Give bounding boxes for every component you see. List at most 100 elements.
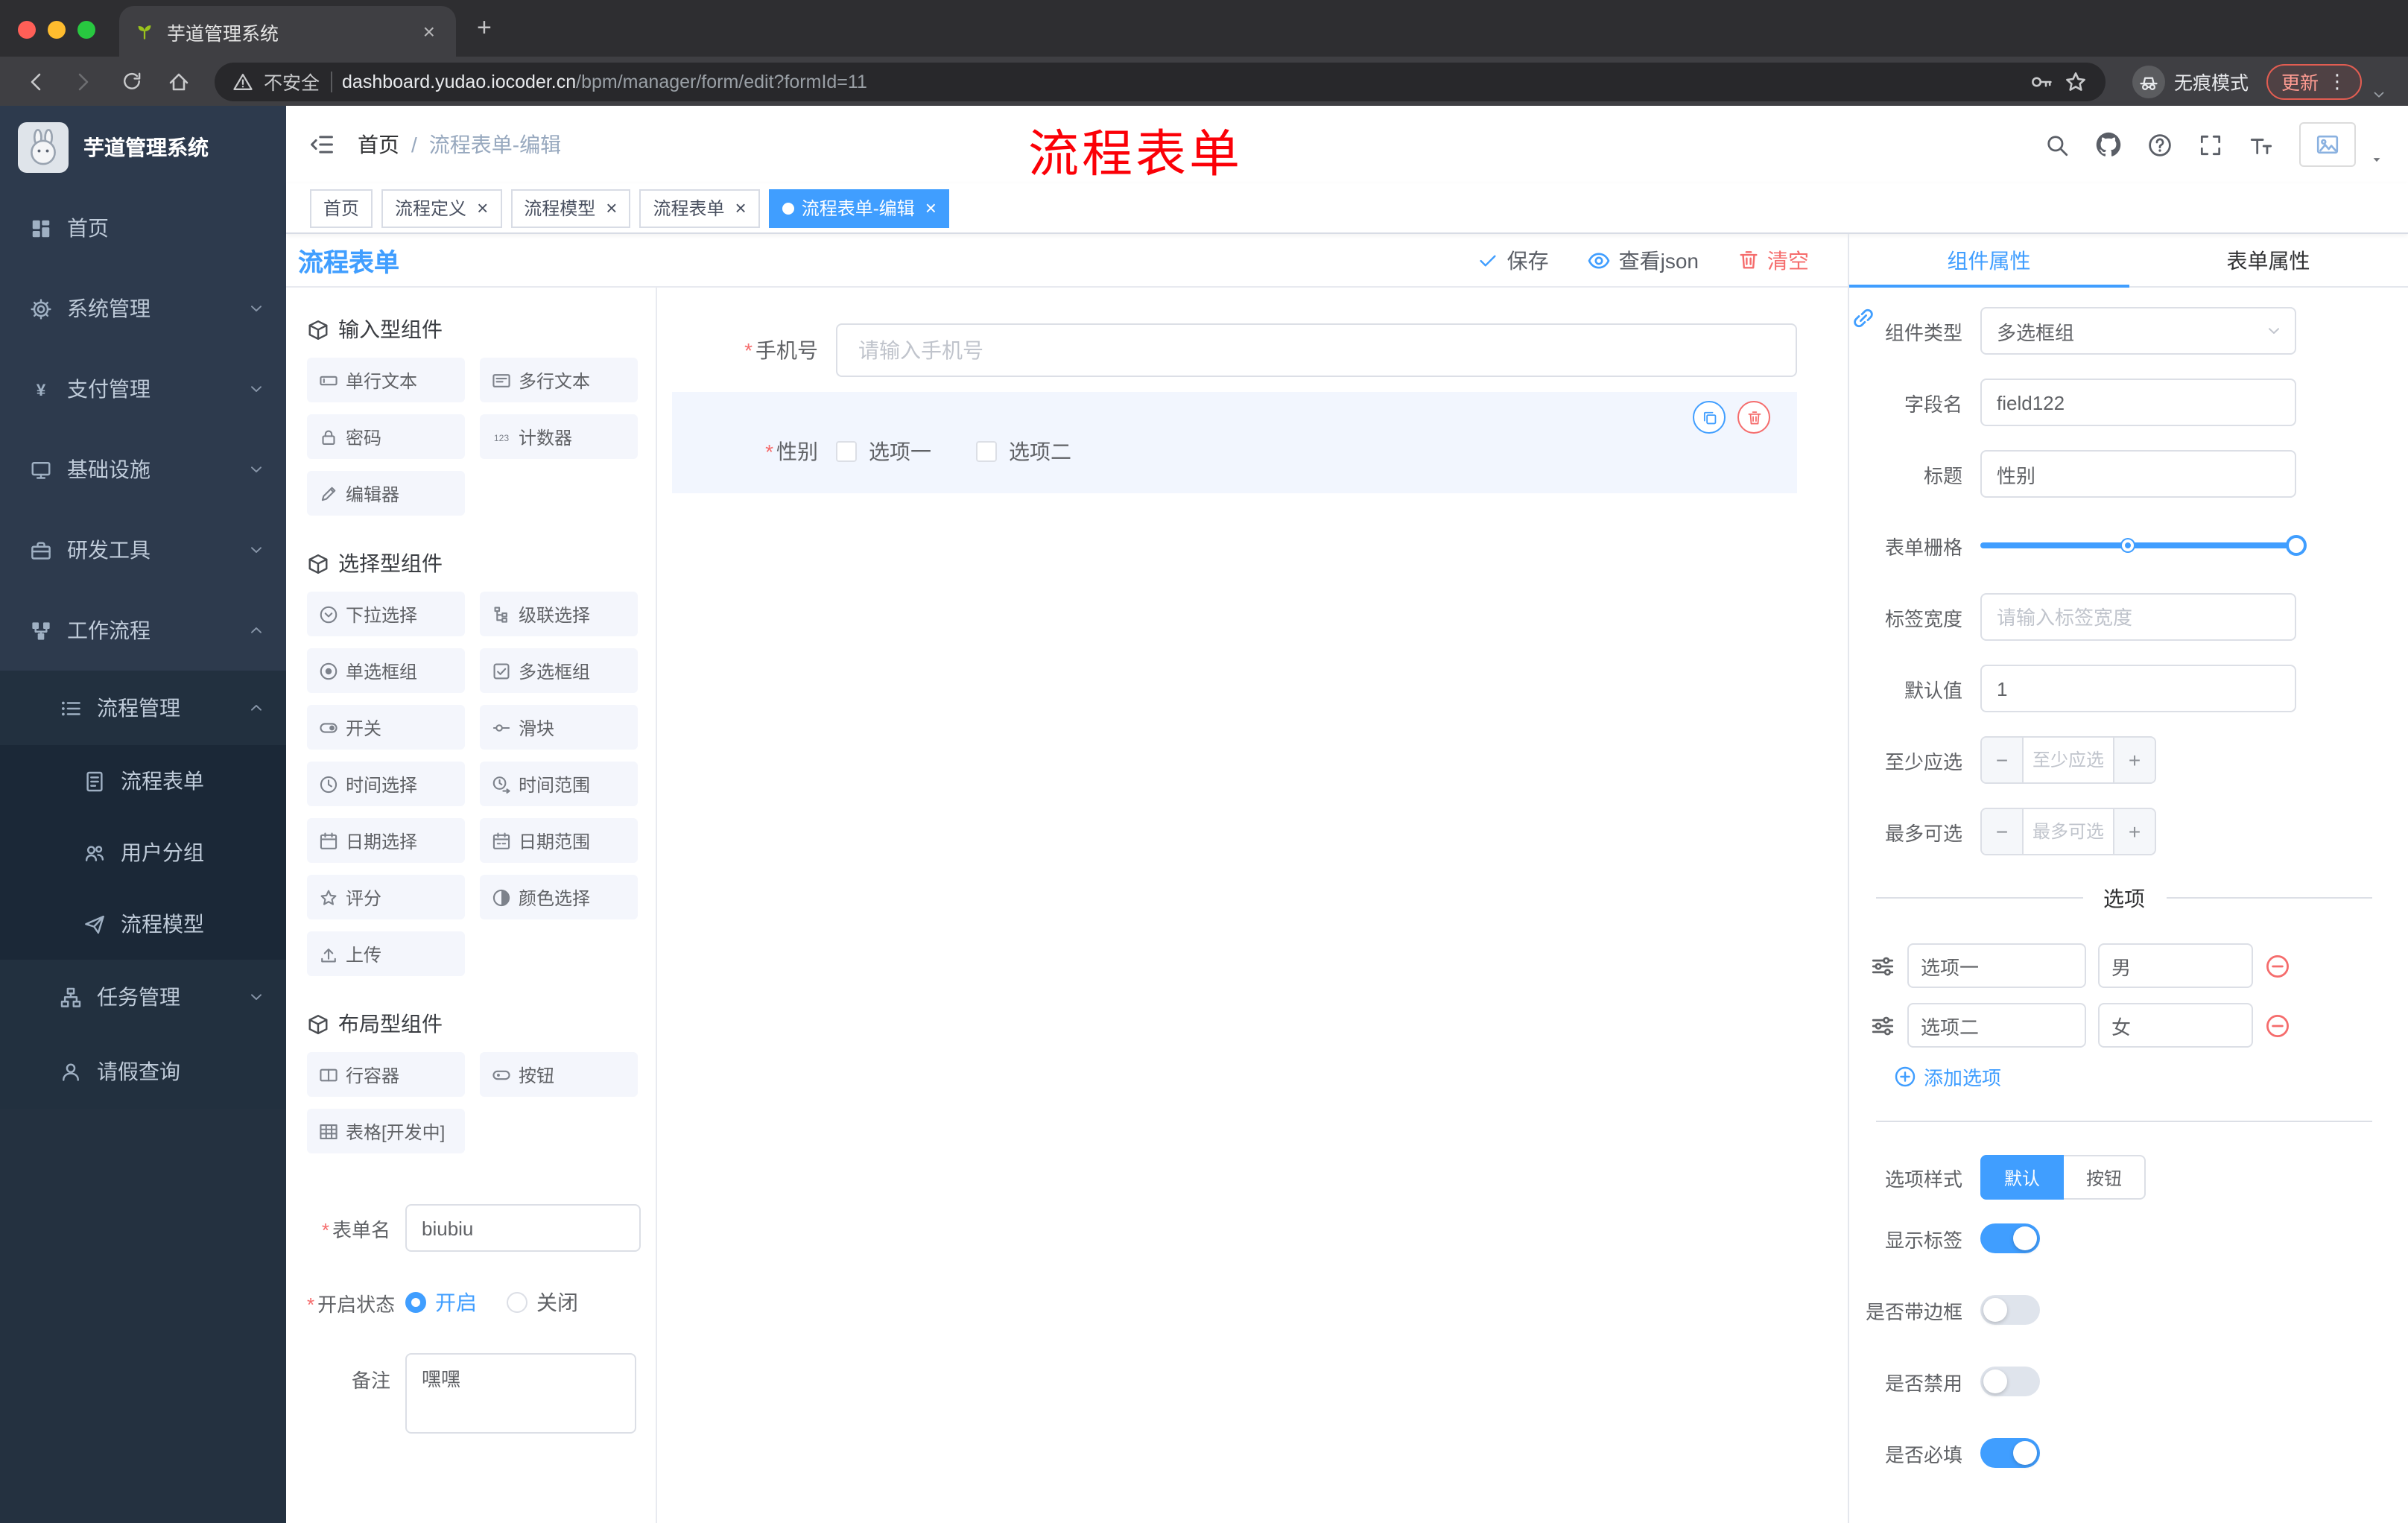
- show-label-switch[interactable]: [1980, 1223, 2040, 1253]
- style-button-button[interactable]: 按钮: [2064, 1155, 2146, 1200]
- window-close-button[interactable]: [18, 21, 36, 39]
- sidebar-item-leave-query[interactable]: 请假查询: [0, 1034, 286, 1109]
- sidebar-logo[interactable]: 芋道管理系统: [0, 106, 286, 188]
- field-name-input[interactable]: [1980, 379, 2296, 426]
- remove-option-icon[interactable]: [2265, 953, 2290, 978]
- palette-item-switch[interactable]: 开关: [307, 705, 465, 750]
- new-tab-button[interactable]: +: [456, 13, 513, 57]
- sidebar-item-workflow[interactable]: 工作流程: [0, 590, 286, 671]
- tag-process-form[interactable]: 流程表单 ×: [639, 189, 760, 227]
- tag-process-model[interactable]: 流程模型 ×: [510, 189, 631, 227]
- palette-item-multiline-text[interactable]: 多行文本: [480, 358, 638, 402]
- palette-item-date-range[interactable]: 日期范围: [480, 818, 638, 863]
- drag-handle-icon[interactable]: [1870, 1013, 1895, 1038]
- component-type-select[interactable]: 多选框组: [1980, 307, 2296, 355]
- copy-field-button[interactable]: [1693, 401, 1726, 434]
- form-grid-slider[interactable]: [1980, 535, 2307, 556]
- option-label-input[interactable]: [1907, 943, 2086, 988]
- bookmark-star-icon[interactable]: [2064, 69, 2088, 93]
- max-select-input[interactable]: [2024, 809, 2113, 854]
- checkbox-option-1[interactable]: 选项一: [836, 437, 931, 466]
- palette-item-single-text[interactable]: 单行文本: [307, 358, 465, 402]
- window-zoom-button[interactable]: [77, 21, 95, 39]
- tag-close-icon[interactable]: ×: [477, 198, 488, 218]
- required-switch[interactable]: [1980, 1438, 2040, 1468]
- sidebar-item-payment[interactable]: 支付管理: [0, 349, 286, 429]
- search-icon[interactable]: [2044, 132, 2070, 157]
- slider-handle[interactable]: [2286, 535, 2307, 556]
- sidebar-item-infrastructure[interactable]: 基础设施: [0, 429, 286, 510]
- palette-item-table[interactable]: 表格[开发中]: [307, 1109, 465, 1153]
- tab-form-props[interactable]: 表单属性: [2129, 234, 2408, 286]
- sidebar-item-user-groups[interactable]: 用户分组: [0, 817, 286, 888]
- sidebar-item-task-management[interactable]: 任务管理: [0, 960, 286, 1034]
- palette-item-time-picker[interactable]: 时间选择: [307, 762, 465, 806]
- reload-button[interactable]: [110, 62, 152, 101]
- label-width-input[interactable]: [1980, 593, 2296, 641]
- palette-item-upload[interactable]: 上传: [307, 931, 465, 976]
- add-option-button[interactable]: 添加选项: [1894, 1063, 2408, 1091]
- breadcrumb-home[interactable]: 首页: [358, 130, 399, 159]
- clear-button[interactable]: 清空: [1737, 245, 1809, 275]
- address-bar[interactable]: 不安全 dashboard.yudao.iocoder.cn/bpm/manag…: [215, 62, 2106, 101]
- decrement-button[interactable]: −: [1982, 738, 2024, 782]
- increment-button[interactable]: +: [2113, 738, 2155, 782]
- status-off-radio[interactable]: 关闭: [507, 1288, 578, 1317]
- form-name-input[interactable]: [405, 1204, 641, 1252]
- browser-menu-icon[interactable]: ⋮: [2328, 69, 2347, 93]
- border-switch[interactable]: [1980, 1295, 2040, 1325]
- fullscreen-icon[interactable]: [2198, 132, 2223, 157]
- option-value-input[interactable]: [2098, 1003, 2253, 1048]
- default-value-input[interactable]: [1980, 665, 2296, 712]
- canvas-field-gender-selected[interactable]: * 性别 选项一 选项二: [672, 392, 1797, 493]
- tag-close-icon[interactable]: ×: [606, 198, 617, 218]
- font-size-icon[interactable]: [2249, 132, 2274, 157]
- form-remark-textarea[interactable]: 嘿嘿: [405, 1353, 636, 1434]
- home-button[interactable]: [158, 62, 200, 101]
- help-icon[interactable]: [2147, 132, 2173, 157]
- browser-tab[interactable]: 芋道管理系统 ×: [119, 6, 456, 57]
- password-key-icon[interactable]: [2030, 69, 2053, 93]
- tag-process-definition[interactable]: 流程定义 ×: [381, 189, 502, 227]
- tab-component-props[interactable]: 组件属性: [1849, 234, 2129, 286]
- palette-item-slider[interactable]: 滑块: [480, 705, 638, 750]
- checkbox-box[interactable]: [836, 441, 857, 462]
- palette-item-time-range[interactable]: 时间范围: [480, 762, 638, 806]
- title-input[interactable]: [1980, 450, 2296, 498]
- palette-item-row-container[interactable]: 行容器: [307, 1052, 465, 1097]
- view-json-button[interactable]: 查看json: [1588, 245, 1699, 275]
- decrement-button[interactable]: −: [1982, 809, 2024, 854]
- option-label-input[interactable]: [1907, 1003, 2086, 1048]
- tag-home[interactable]: 首页: [310, 189, 373, 227]
- style-default-button[interactable]: 默认: [1980, 1155, 2065, 1200]
- remove-option-icon[interactable]: [2265, 1013, 2290, 1038]
- tag-close-icon[interactable]: ×: [925, 198, 937, 218]
- sidebar-item-process-management[interactable]: 流程管理: [0, 671, 286, 745]
- status-on-radio[interactable]: 开启: [405, 1288, 477, 1317]
- sidebar-item-devtools[interactable]: 研发工具: [0, 510, 286, 590]
- palette-item-cascader[interactable]: 级联选择: [480, 592, 638, 636]
- sidebar-collapse-button[interactable]: [286, 131, 358, 158]
- tag-process-form-edit[interactable]: 流程表单-编辑 ×: [768, 189, 950, 227]
- palette-item-rate[interactable]: 评分: [307, 875, 465, 919]
- palette-item-checkbox-group[interactable]: 多选框组: [480, 648, 638, 693]
- tab-close-icon[interactable]: ×: [417, 18, 441, 45]
- link-icon[interactable]: [1851, 305, 1876, 331]
- delete-field-button[interactable]: [1737, 401, 1770, 434]
- checkbox-box[interactable]: [976, 441, 997, 462]
- disabled-switch[interactable]: [1980, 1367, 2040, 1396]
- palette-item-radio-group[interactable]: 单选框组: [307, 648, 465, 693]
- option-value-input[interactable]: [2098, 943, 2253, 988]
- palette-item-editor[interactable]: 编辑器: [307, 471, 465, 516]
- palette-item-date-picker[interactable]: 日期选择: [307, 818, 465, 863]
- sidebar-item-home[interactable]: 首页: [0, 188, 286, 268]
- palette-item-password[interactable]: 密码: [307, 414, 465, 459]
- sidebar-item-system[interactable]: 系统管理: [0, 268, 286, 349]
- github-icon[interactable]: [2095, 131, 2122, 158]
- sidebar-item-process-model[interactable]: 流程模型: [0, 888, 286, 960]
- tag-close-icon[interactable]: ×: [735, 198, 747, 218]
- canvas-field-phone[interactable]: * 手机号: [672, 323, 1797, 377]
- browser-update-button[interactable]: 更新 ⋮: [2266, 63, 2362, 99]
- toolbar-overflow-chevron-icon[interactable]: [2368, 86, 2393, 106]
- palette-item-dropdown[interactable]: 下拉选择: [307, 592, 465, 636]
